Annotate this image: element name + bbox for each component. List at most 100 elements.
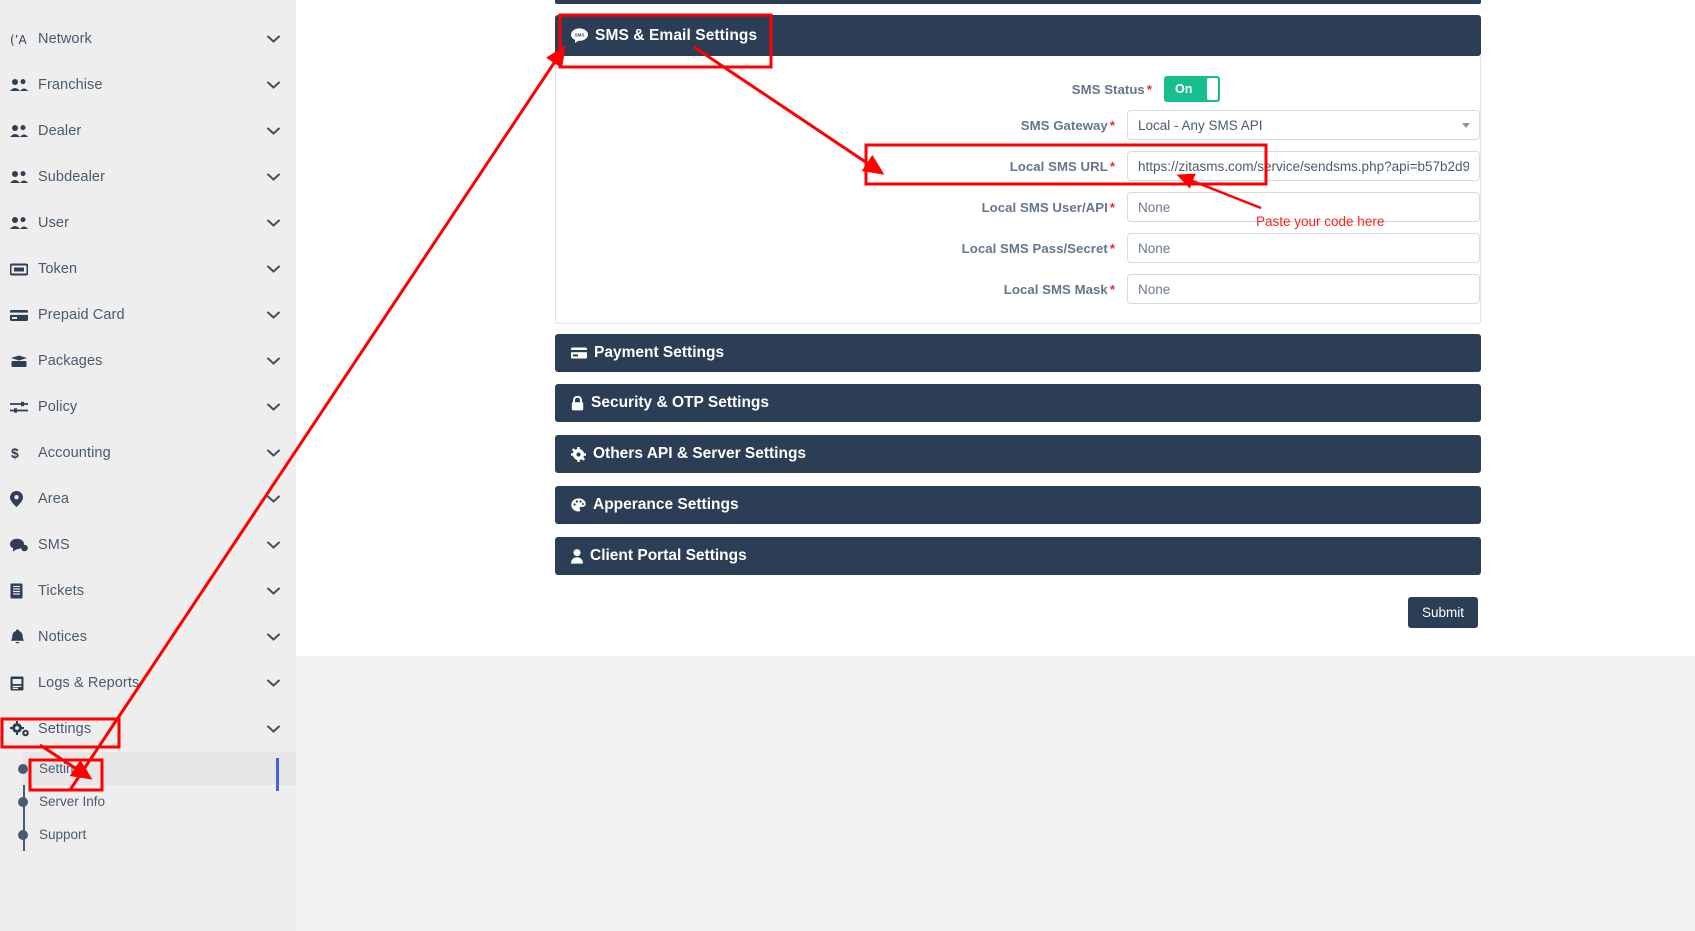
- local-sms-url-input[interactable]: [1127, 151, 1480, 181]
- accordion-header-others-api-server[interactable]: Others API & Server Settings: [555, 435, 1481, 473]
- sidebar-item-area[interactable]: Area: [0, 476, 296, 522]
- settings-card: SMS SMS & Email Settings SMS Status* On: [296, 0, 1695, 656]
- accordion-body-sms-email: SMS Status * On SMS Gateway * Local - An…: [555, 56, 1481, 324]
- sidebar-item-token[interactable]: Token: [0, 246, 296, 292]
- accordion-header-apperance[interactable]: Apperance Settings: [555, 486, 1481, 524]
- accordion-title: Client Portal Settings: [590, 547, 747, 564]
- chevron-down-icon[interactable]: [264, 541, 282, 549]
- sidebar-item-notices[interactable]: Notices: [0, 614, 296, 660]
- antenna-icon: (’A’): [10, 32, 34, 47]
- app-root: (’A’) Network Franchise: [0, 0, 1695, 931]
- chevron-down-icon[interactable]: [264, 725, 282, 733]
- sidebar-subitem-label: Support: [39, 827, 87, 842]
- receipt-icon: [10, 583, 34, 599]
- chevron-down-icon[interactable]: [264, 81, 282, 89]
- sidebar-subitem-settings[interactable]: Settings: [18, 752, 296, 785]
- map-pin-icon: [10, 491, 34, 507]
- sidebar-item-dealer[interactable]: Dealer: [0, 108, 296, 154]
- accordion-header-security-otp[interactable]: Security & OTP Settings: [555, 384, 1481, 422]
- sidebar-item-settings[interactable]: Settings: [0, 706, 296, 752]
- sidebar-item-accounting[interactable]: $ Accounting: [0, 430, 296, 476]
- chevron-down-icon[interactable]: [264, 127, 282, 135]
- users-icon: [10, 78, 34, 92]
- chevron-down-icon[interactable]: [264, 219, 282, 227]
- users-icon: [10, 124, 34, 138]
- main-content: SMS SMS & Email Settings SMS Status* On: [296, 0, 1695, 931]
- sms-bubble-icon: SMS: [571, 28, 588, 43]
- submit-button[interactable]: Submit: [1408, 597, 1478, 628]
- sliders-icon: [10, 401, 34, 414]
- chevron-down-icon[interactable]: [264, 173, 282, 181]
- book-icon: [10, 676, 34, 691]
- sidebar-item-user[interactable]: User: [0, 200, 296, 246]
- chevron-down-icon[interactable]: [264, 311, 282, 319]
- field-label-local-sms-mask: Local SMS Mask *: [1003, 281, 1115, 297]
- sidebar-item-label: Settings: [38, 721, 92, 737]
- chevron-down-icon[interactable]: [264, 357, 282, 365]
- sidebar-item-label: Notices: [38, 629, 88, 645]
- chevron-down-icon[interactable]: [264, 495, 282, 503]
- sidebar-item-label: Accounting: [38, 445, 111, 461]
- sidebar-item-label: Logs & Reports: [38, 675, 140, 691]
- sidebar-item-sms[interactable]: SMS: [0, 522, 296, 568]
- sidebar-item-logs-reports[interactable]: Logs & Reports: [0, 660, 296, 706]
- accordion-title: SMS & Email Settings: [595, 26, 758, 44]
- field-label-local-sms-url: Local SMS URL *: [1009, 158, 1115, 174]
- bullet-icon: [18, 763, 28, 774]
- sms-status-toggle[interactable]: On: [1164, 76, 1220, 102]
- chevron-down-icon: [1462, 123, 1470, 128]
- sidebar-subitem-support[interactable]: Support: [18, 818, 296, 851]
- accordion-title: Payment Settings: [594, 344, 725, 361]
- form-row-local-sms-user: Local SMS User/API *: [556, 192, 1480, 222]
- sidebar-item-policy[interactable]: Policy: [0, 384, 296, 430]
- ticket-icon: [10, 263, 34, 276]
- bullet-icon: [18, 829, 28, 840]
- chevron-down-icon[interactable]: [264, 587, 282, 595]
- svg-text:$: $: [11, 445, 19, 461]
- required-mark: *: [1146, 81, 1152, 97]
- gears-icon: [10, 721, 34, 737]
- dollar-icon: $: [10, 445, 34, 461]
- sidebar-item-subdealer[interactable]: Subdealer: [0, 154, 296, 200]
- accordion-header-payment[interactable]: Payment Settings: [555, 334, 1481, 372]
- sidebar-item-label: Dealer: [38, 123, 82, 139]
- credit-card-icon: [10, 309, 34, 322]
- local-sms-mask-input[interactable]: [1127, 274, 1480, 304]
- comments-icon: [10, 538, 34, 552]
- sidebar-item-prepaid-card[interactable]: Prepaid Card: [0, 292, 296, 338]
- sidebar-item-label: User: [38, 215, 70, 231]
- chevron-down-icon[interactable]: [264, 679, 282, 687]
- bullet-icon: [18, 796, 28, 807]
- sidebar-item-label: Franchise: [38, 77, 103, 93]
- sidebar-item-network[interactable]: (’A’) Network: [0, 16, 296, 62]
- chevron-down-icon[interactable]: [264, 35, 282, 43]
- sidebar-subitem-server-info[interactable]: Server Info: [18, 785, 296, 818]
- form-row-sms-status: SMS Status * On: [556, 74, 1480, 104]
- palette-icon: [571, 498, 586, 512]
- field-label-sms-gateway: SMS Gateway *: [1020, 117, 1115, 133]
- chevron-down-icon[interactable]: [264, 265, 282, 273]
- chevron-down-icon[interactable]: [264, 449, 282, 457]
- accordion-header-client-portal[interactable]: Client Portal Settings: [555, 537, 1481, 575]
- accordion-header-sms-email[interactable]: SMS SMS & Email Settings: [555, 15, 1481, 56]
- sidebar-item-label: Tickets: [38, 583, 85, 599]
- sidebar-item-franchise[interactable]: Franchise: [0, 62, 296, 108]
- user-icon: [571, 548, 583, 564]
- local-sms-pass-input[interactable]: [1127, 233, 1480, 263]
- field-label-local-sms-pass: Local SMS Pass/Secret *: [961, 240, 1115, 256]
- form-row-local-sms-mask: Local SMS Mask *: [556, 274, 1480, 304]
- accordion-title: Security & OTP Settings: [591, 394, 770, 411]
- sidebar-item-tickets[interactable]: Tickets: [0, 568, 296, 614]
- local-sms-user-input[interactable]: [1127, 192, 1480, 222]
- chevron-down-icon[interactable]: [264, 633, 282, 641]
- form-row-local-sms-pass: Local SMS Pass/Secret *: [556, 233, 1480, 263]
- chevron-down-icon[interactable]: [264, 403, 282, 411]
- required-mark: *: [1109, 117, 1115, 133]
- field-control-sms-status: On: [1164, 76, 1220, 102]
- bell-icon: [10, 629, 34, 645]
- sidebar-submenu-settings: Settings Server Info Support: [0, 752, 296, 851]
- sidebar-item-label: Packages: [38, 353, 103, 369]
- sidebar-item-label: Prepaid Card: [38, 307, 125, 323]
- sms-gateway-select[interactable]: Local - Any SMS API: [1127, 110, 1480, 140]
- sidebar-item-packages[interactable]: Packages: [0, 338, 296, 384]
